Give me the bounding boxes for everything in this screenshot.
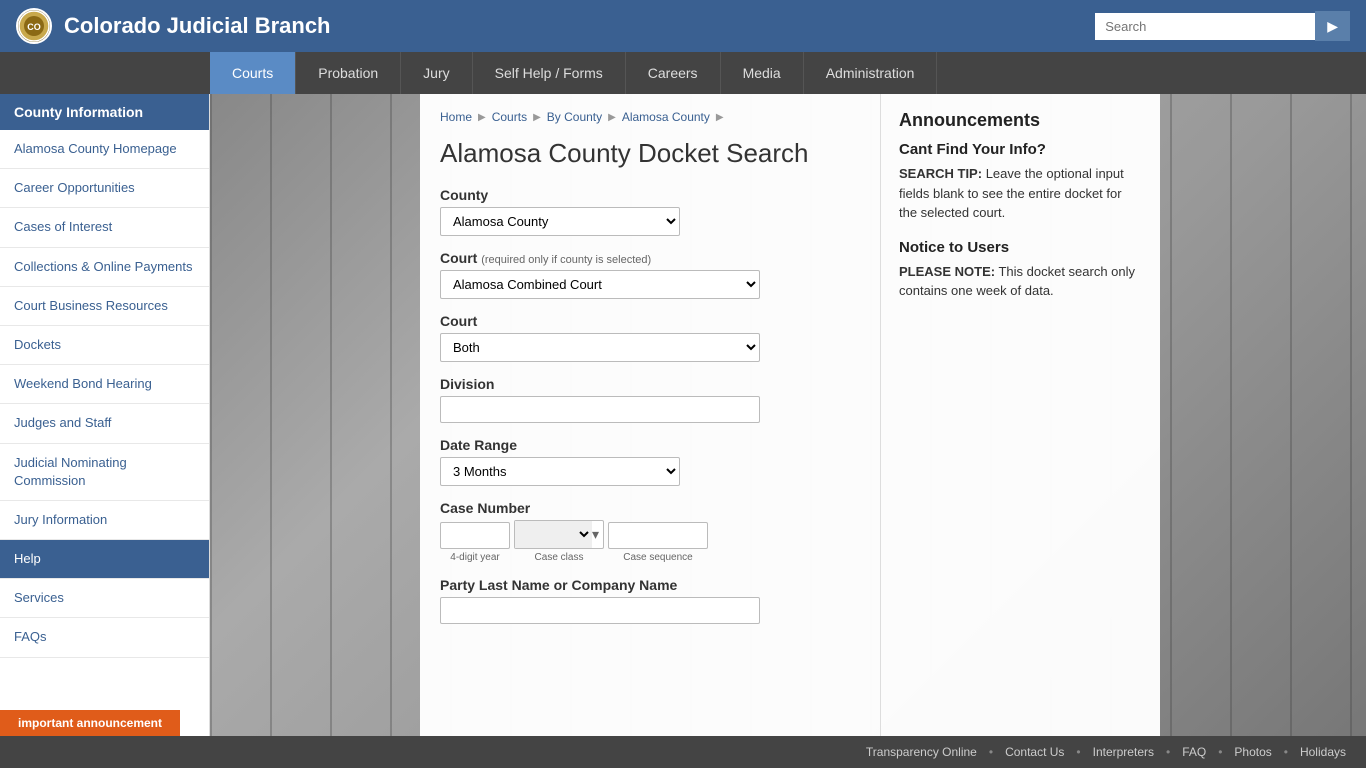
cant-find-section: Cant Find Your Info? SEARCH TIP: Leave t…: [899, 141, 1142, 223]
breadcrumb-arrow-2: ▶: [533, 112, 541, 123]
logo-area: CO Colorado Judicial Branch: [16, 8, 331, 44]
case-number-row: 4-digit year CR CV TR ▾ Case cl: [440, 520, 860, 563]
main-nav: Courts Probation Jury Self Help / Forms …: [0, 52, 1366, 94]
footer-faq[interactable]: FAQ: [1182, 745, 1206, 759]
please-note-label: PLEASE NOTE:: [899, 264, 995, 279]
svg-text:CO: CO: [27, 22, 41, 32]
announcement-bar[interactable]: important announcement: [0, 710, 180, 736]
party-label: Party Last Name or Company Name: [440, 577, 860, 593]
county-group: County Alamosa County Adams County Arapa…: [440, 187, 860, 236]
breadcrumb-courts[interactable]: Courts: [492, 110, 527, 124]
breadcrumb-arrow-3: ▶: [608, 112, 616, 123]
sidebar-item-weekend-bond[interactable]: Weekend Bond Hearing: [0, 365, 209, 404]
main-content: Home ▶ Courts ▶ By County ▶ Alamosa Coun…: [420, 94, 1366, 736]
nav-item-jury[interactable]: Jury: [401, 52, 472, 94]
content-area: Home ▶ Courts ▶ By County ▶ Alamosa Coun…: [420, 94, 880, 736]
party-input[interactable]: [440, 597, 760, 624]
announcements-heading: Announcements: [899, 110, 1142, 131]
division-label: Division: [440, 376, 860, 392]
case-class-select[interactable]: CR CV TR: [515, 521, 592, 548]
search-button[interactable]: ▶: [1315, 11, 1350, 41]
court-both-label: Court: [440, 313, 860, 329]
breadcrumb-home[interactable]: Home: [440, 110, 472, 124]
nav-item-courts[interactable]: Courts: [210, 52, 296, 94]
sidebar-header: County Information: [0, 94, 209, 130]
sidebar: County Information Alamosa County Homepa…: [0, 94, 210, 736]
nav-item-administration[interactable]: Administration: [804, 52, 938, 94]
court-required-note: (required only if county is selected): [481, 254, 651, 266]
search-bar: ▶: [1095, 11, 1350, 41]
breadcrumb-alamosa[interactable]: Alamosa County: [622, 110, 710, 124]
case-number-group: Case Number 4-digit year CR CV TR: [440, 500, 860, 563]
sidebar-item-court-business[interactable]: Court Business Resources: [0, 287, 209, 326]
cant-find-heading: Cant Find Your Info?: [899, 141, 1142, 158]
sidebar-item-jury-info[interactable]: Jury Information: [0, 501, 209, 540]
case-seq-input[interactable]: [608, 522, 708, 549]
sidebar-item-alamosa-homepage[interactable]: Alamosa County Homepage: [0, 130, 209, 169]
court-required-group: Court (required only if county is select…: [440, 250, 860, 299]
sidebar-item-judicial-nominating[interactable]: Judicial Nominating Commission: [0, 444, 209, 501]
site-title: Colorado Judicial Branch: [64, 13, 331, 39]
date-range-group: Date Range 3 Months 1 Month 6 Months 1 Y…: [440, 437, 860, 486]
footer: Transparency Online • Contact Us • Inter…: [0, 736, 1366, 768]
court-both-group: Court Both District Court County Court: [440, 313, 860, 362]
case-class-field: CR CV TR ▾ Case class: [514, 520, 604, 563]
breadcrumb-arrow-1: ▶: [478, 112, 486, 123]
breadcrumb: Home ▶ Courts ▶ By County ▶ Alamosa Coun…: [440, 110, 860, 124]
case-seq-label: Case sequence: [623, 552, 693, 563]
footer-photos[interactable]: Photos: [1234, 745, 1271, 759]
sidebar-item-dockets[interactable]: Dockets: [0, 326, 209, 365]
court-both-select[interactable]: Both District Court County Court: [440, 333, 760, 362]
footer-holidays[interactable]: Holidays: [1300, 745, 1346, 759]
sidebar-item-services[interactable]: Services: [0, 579, 209, 618]
sidebar-item-judges[interactable]: Judges and Staff: [0, 404, 209, 443]
nav-item-probation[interactable]: Probation: [296, 52, 401, 94]
division-input[interactable]: [440, 396, 760, 423]
party-group: Party Last Name or Company Name: [440, 577, 860, 624]
case-seq-field: Case sequence: [608, 522, 708, 563]
please-note-text: PLEASE NOTE: This docket search only con…: [899, 262, 1142, 301]
top-header: CO Colorado Judicial Branch ▶: [0, 0, 1366, 52]
nav-item-media[interactable]: Media: [721, 52, 804, 94]
site-logo: CO: [16, 8, 52, 44]
sidebar-item-collections[interactable]: Collections & Online Payments: [0, 248, 209, 287]
right-panel: Announcements Cant Find Your Info? SEARC…: [880, 94, 1160, 736]
case-class-label: Case class: [535, 552, 584, 563]
notice-section: Notice to Users PLEASE NOTE: This docket…: [899, 239, 1142, 301]
county-select[interactable]: Alamosa County Adams County Arapahoe Cou…: [440, 207, 680, 236]
search-tip-label: SEARCH TIP:: [899, 166, 982, 181]
division-group: Division: [440, 376, 860, 423]
date-range-label: Date Range: [440, 437, 860, 453]
court-required-label: Court (required only if county is select…: [440, 250, 860, 266]
case-year-input[interactable]: [440, 522, 510, 549]
search-input[interactable]: [1095, 13, 1315, 40]
county-label: County: [440, 187, 860, 203]
court-required-select[interactable]: Alamosa Combined Court Other Court: [440, 270, 760, 299]
search-tip-text: SEARCH TIP: Leave the optional input fie…: [899, 164, 1142, 223]
footer-contact[interactable]: Contact Us: [1005, 745, 1064, 759]
footer-transparency[interactable]: Transparency Online: [866, 745, 977, 759]
breadcrumb-bycounty[interactable]: By County: [547, 110, 602, 124]
sidebar-item-career[interactable]: Career Opportunities: [0, 169, 209, 208]
nav-item-careers[interactable]: Careers: [626, 52, 721, 94]
page-title: Alamosa County Docket Search: [440, 138, 860, 169]
date-range-select[interactable]: 3 Months 1 Month 6 Months 1 Year: [440, 457, 680, 486]
case-year-field: 4-digit year: [440, 522, 510, 563]
notice-heading: Notice to Users: [899, 239, 1142, 256]
sidebar-item-faqs[interactable]: FAQs: [0, 618, 209, 657]
case-number-label: Case Number: [440, 500, 860, 516]
nav-item-selfhelp[interactable]: Self Help / Forms: [473, 52, 626, 94]
page-body: County Information Alamosa County Homepa…: [0, 94, 1366, 736]
breadcrumb-arrow-4: ▶: [716, 112, 724, 123]
case-year-label: 4-digit year: [450, 552, 499, 563]
sidebar-item-help[interactable]: Help: [0, 540, 209, 579]
footer-interpreters[interactable]: Interpreters: [1093, 745, 1154, 759]
sidebar-item-cases[interactable]: Cases of Interest: [0, 208, 209, 247]
